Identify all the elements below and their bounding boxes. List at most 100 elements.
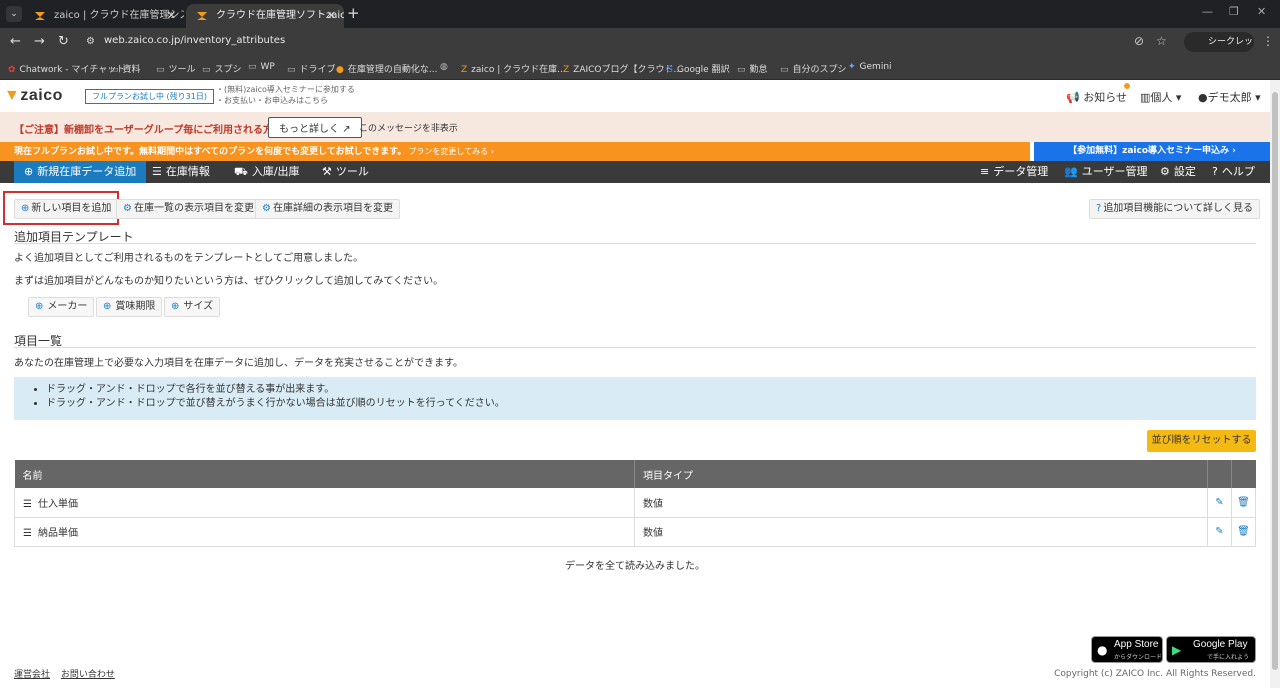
back-icon[interactable]: ← bbox=[10, 34, 21, 49]
tab-title: zaico | クラウド在庫管理システム( bbox=[54, 10, 184, 21]
app-root: ▼zaico フルプランお試し中 (残り31日) ・(無料)zaico導入セミナ… bbox=[0, 80, 1270, 688]
zaico-favicon-icon bbox=[197, 12, 207, 20]
bookmark-globe[interactable]: ◍ bbox=[440, 62, 452, 72]
main-nav: ⊕ 新規在庫データ追加 ☰ 在庫情報 ⛟ 入庫/出庫 ⚒ ツール ≡ データ管理 👥 ユーザ… bbox=[0, 161, 1270, 183]
bookmark-google-translate[interactable]: G Google 翻訳 bbox=[666, 62, 730, 75]
building-icon: ▥ bbox=[1140, 91, 1151, 104]
trash-icon[interactable]: 🗑 bbox=[1231, 517, 1256, 547]
tab-search-icon[interactable]: ⌄ bbox=[6, 6, 22, 22]
app-header: ▼zaico フルプランお試し中 (残り31日) ・(無料)zaico導入セミナ… bbox=[0, 80, 1270, 112]
drag-handle-icon[interactable]: ☰ bbox=[23, 499, 32, 510]
nav-help[interactable]: ? ヘルプ bbox=[1212, 161, 1255, 183]
hide-message-link[interactable]: このメッセージを非表示 bbox=[359, 121, 458, 134]
main-content: ⊕ 新しい項目を追加 ⚙ 在庫一覧の表示項目を変更 ⚙ 在庫詳細の表示項目を変更 ? 追… bbox=[0, 183, 1270, 688]
close-window-icon[interactable]: ✕ bbox=[1257, 5, 1266, 18]
change-plan-link[interactable]: プランを変更してみる › bbox=[408, 147, 494, 156]
external-link-icon: ↗ bbox=[342, 124, 351, 135]
nav-user-management[interactable]: 👥 ユーザー管理 bbox=[1064, 161, 1147, 183]
seminar-signup-button[interactable]: 【参加無料】zaico導入セミナー申込み › bbox=[1034, 142, 1270, 161]
template-maker-button[interactable]: ⊕ メーカー bbox=[28, 297, 95, 317]
close-tab-icon[interactable]: ✕ bbox=[327, 4, 336, 28]
bookmark-folder-2[interactable]: ▭ ツール bbox=[156, 62, 196, 75]
site-info-icon[interactable]: ⚙ bbox=[86, 36, 95, 47]
bookmark-folder-3[interactable]: ▭ スプシ bbox=[202, 62, 242, 75]
nav-new-inventory[interactable]: ⊕ 新規在庫データ追加 bbox=[14, 161, 147, 183]
reset-order-button[interactable]: 並び順をリセットする bbox=[1147, 430, 1256, 452]
bookmark-folder-5[interactable]: ▭ ドライブ bbox=[287, 62, 336, 75]
bookmark-automation[interactable]: ● 在庫管理の自動化な... bbox=[336, 62, 437, 75]
new-tab-icon[interactable]: + bbox=[347, 4, 360, 22]
more-details-button[interactable]: もっと詳しく ↗ bbox=[268, 117, 362, 138]
items-table: 名前 項目タイプ ☰ 仕入単価 数値 ✎ 🗑 ☰ 納品単価 数値 ✎ 🗑 bbox=[14, 460, 1256, 547]
nav-inventory-info[interactable]: ☰ 在庫情報 bbox=[152, 161, 210, 183]
scrollbar-thumb[interactable] bbox=[1272, 92, 1278, 670]
incognito-badge[interactable]: シークレット bbox=[1184, 32, 1254, 67]
plus-circle-icon: ⊕ bbox=[21, 203, 30, 214]
nav-data-management[interactable]: ≡ データ管理 bbox=[980, 161, 1048, 183]
gear-icon: ⚙ bbox=[262, 203, 271, 214]
browser-tab-1[interactable]: zaico | クラウド在庫管理システム( ✕ bbox=[24, 4, 184, 28]
vertical-scrollbar[interactable] bbox=[1270, 80, 1280, 688]
notice-warning[interactable]: 【ご注意】新棚卸をユーザーグループ毎にご利用される方へ bbox=[14, 121, 283, 136]
browser-tab-2[interactable]: クラウド在庫管理ソフトzaico | 無料 ✕ bbox=[186, 4, 344, 28]
users-icon: 👥 bbox=[1064, 165, 1078, 178]
bookmark-zaico[interactable]: Zzaico | クラウド在庫... bbox=[461, 62, 566, 75]
edit-icon[interactable]: ✎ bbox=[1207, 488, 1232, 518]
nav-tools[interactable]: ⚒ ツール bbox=[322, 161, 369, 183]
edit-icon[interactable]: ✎ bbox=[1207, 517, 1232, 547]
bookmark-zaico-blog[interactable]: Z ZAICOブログ【クラウド... bbox=[563, 62, 682, 75]
url-field[interactable]: web.zaico.co.jp/inventory_attributes bbox=[104, 35, 285, 46]
close-tab-icon[interactable]: ✕ bbox=[167, 4, 176, 28]
app-store-badge[interactable]: ● App Store からダウンロード bbox=[1091, 636, 1163, 663]
list-display-button[interactable]: ⚙ 在庫一覧の表示項目を変更 bbox=[116, 199, 261, 219]
bookmark-folder-6[interactable]: ▭ 勤怠 bbox=[737, 62, 768, 75]
more-menu-icon[interactable]: ⋮ bbox=[1262, 34, 1274, 48]
add-new-item-button[interactable]: ⊕ 新しい項目を追加 bbox=[14, 199, 119, 219]
restore-icon[interactable]: ❐ bbox=[1229, 5, 1239, 18]
seminar-link[interactable]: ・(無料)zaico導入セミナーに参加する bbox=[216, 84, 355, 95]
template-expiry-button[interactable]: ⊕ 賞味期限 bbox=[96, 297, 163, 317]
contact-link[interactable]: お問い合わせ bbox=[61, 670, 115, 680]
plus-circle-icon: ⊕ bbox=[24, 165, 34, 178]
help-icon: ? bbox=[1212, 165, 1218, 178]
gear-icon: ⚙ bbox=[123, 203, 132, 214]
bookmark-folder-7[interactable]: ▭ 自分のスプシ bbox=[780, 62, 847, 75]
nav-settings[interactable]: ⚙ 設定 bbox=[1160, 161, 1196, 183]
footer-links: 運営会社 お問い合わせ bbox=[14, 667, 123, 680]
caret-down-icon: ▾ bbox=[1175, 91, 1182, 104]
learn-more-button[interactable]: ? 追加項目機能について詳しく見る bbox=[1089, 199, 1261, 219]
browser-tab-bar: ⌄ zaico | クラウド在庫管理システム( ✕ クラウド在庫管理ソフトzai… bbox=[0, 0, 1280, 28]
payment-link[interactable]: ・お支払い・お申込みはこちら bbox=[216, 95, 355, 106]
plus-circle-icon: ⊕ bbox=[171, 301, 180, 312]
detail-display-button[interactable]: ⚙ 在庫詳細の表示項目を変更 bbox=[255, 199, 400, 219]
user-dropdown[interactable]: ●デモ太郎 ▾ bbox=[1198, 89, 1261, 105]
trial-bar: 現在フルプランお試し中です。無料期間中はすべてのプランを何度でも変更してお試しで… bbox=[0, 142, 1030, 161]
col-delete bbox=[1231, 460, 1256, 488]
table-row[interactable]: ☰ 納品単価 数値 ✎ 🗑 bbox=[14, 517, 1256, 547]
bookmark-folder-4[interactable]: ▭ WP bbox=[248, 62, 275, 72]
company-link[interactable]: 運営会社 bbox=[14, 670, 50, 680]
minimize-icon[interactable]: — bbox=[1202, 5, 1213, 18]
eye-off-icon[interactable]: ⊘ bbox=[1134, 34, 1144, 48]
zaico-logo[interactable]: ▼zaico bbox=[4, 87, 63, 105]
bookmark-chatwork[interactable]: ✿ Chatwork - マイチャット bbox=[8, 62, 125, 75]
nav-in-out[interactable]: ⛟ 入庫/出庫 bbox=[234, 161, 300, 183]
trash-icon[interactable]: 🗑 bbox=[1231, 488, 1256, 518]
trial-badge[interactable]: フルプランお試し中 (残り31日) bbox=[85, 89, 214, 104]
forward-icon[interactable]: → bbox=[34, 34, 45, 49]
notifications-button[interactable]: 📢 お知らせ bbox=[1066, 89, 1127, 105]
bookmarks-bar: ✿ Chatwork - マイチャット ▭ 資料 ▭ ツール ▭ スプシ ▭ WP ▭ ドラ… bbox=[0, 56, 1280, 80]
template-size-button[interactable]: ⊕ サイズ bbox=[164, 297, 221, 317]
table-row[interactable]: ☰ 仕入単価 数値 ✎ 🗑 bbox=[14, 488, 1256, 518]
truck-icon: ⛟ bbox=[234, 165, 248, 178]
templates-desc-1: よく追加項目としてご利用されるものをテンプレートとしてご用意しました。 bbox=[14, 253, 364, 264]
workspace-dropdown[interactable]: ▥個人 ▾ bbox=[1140, 89, 1181, 105]
drag-handle-icon[interactable]: ☰ bbox=[23, 528, 32, 539]
bookmark-folder-1[interactable]: ▭ 資料 bbox=[110, 62, 141, 75]
google-play-badge[interactable]: ▶ Google Play で手に入れよう bbox=[1166, 636, 1256, 663]
items-desc: あなたの在庫管理上で必要な入力項目を在庫データに追加し、データを充実させることが… bbox=[14, 358, 463, 369]
bookmark-star-icon[interactable]: ☆ bbox=[1156, 34, 1167, 48]
bookmark-gemini[interactable]: ✦ Gemini bbox=[848, 62, 892, 72]
reload-icon[interactable]: ↻ bbox=[58, 34, 69, 49]
apple-icon: ● bbox=[1097, 643, 1108, 657]
